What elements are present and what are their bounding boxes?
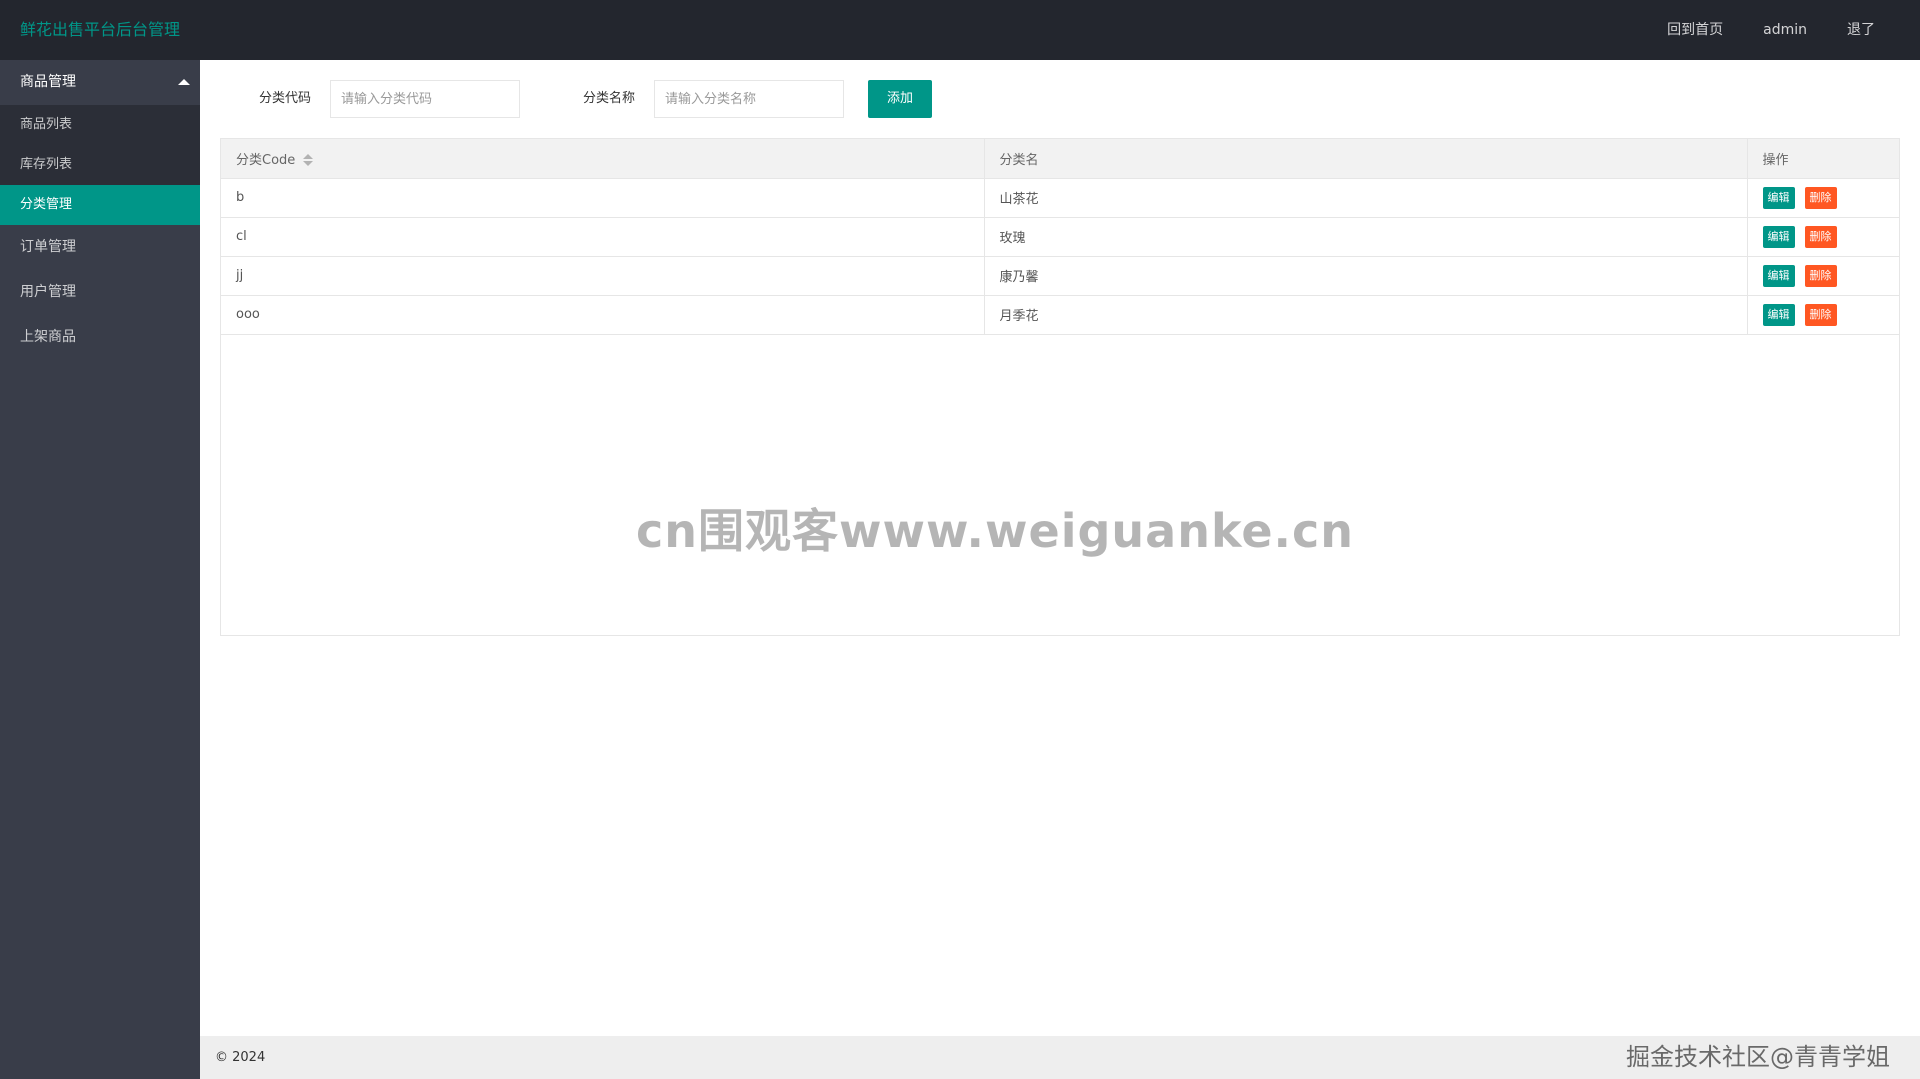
nav-home-link[interactable]: 回到首页 [1647,0,1743,60]
sidebar-submenu: 商品列表 库存列表 分类管理 [0,105,200,225]
column-header-name: 分类名 [984,139,1748,179]
cell-code: b [221,178,985,218]
delete-button[interactable]: 删除 [1804,264,1837,287]
name-label: 分类名称 [583,91,636,106]
cell-name: 康乃馨 [984,256,1748,296]
cell-actions: 编辑 删除 [1747,295,1899,335]
delete-button[interactable]: 删除 [1804,303,1837,326]
sidebar-group-products[interactable]: 商品管理 [0,60,200,105]
edit-button[interactable]: 编辑 [1762,186,1795,209]
category-table: 分类Code 分类名 操作 b 山茶花 编辑 删除 cl 玫瑰 编辑 删除 jj… [220,138,1900,636]
cell-name: 月季花 [984,295,1748,335]
table-row: ooo 月季花 编辑 删除 [221,295,1899,335]
header-nav: 回到首页 admin 退了 [1647,0,1895,60]
edit-button[interactable]: 编辑 [1762,303,1795,326]
cell-name: 玫瑰 [984,217,1748,257]
sidebar: 商品管理 商品列表 库存列表 分类管理 订单管理 用户管理 上架商品 [0,60,200,1079]
sidebar-item-product-list[interactable]: 商品列表 [0,105,200,145]
sidebar-item-orders[interactable]: 订单管理 [0,225,200,270]
add-button[interactable]: 添加 [868,80,932,118]
nav-logout-link[interactable]: 退了 [1827,0,1895,60]
delete-button[interactable]: 删除 [1804,225,1837,248]
cell-actions: 编辑 删除 [1747,256,1899,296]
cell-code: cl [221,217,985,257]
table-row: jj 康乃馨 编辑 删除 [221,256,1899,296]
code-label: 分类代码 [259,91,312,106]
sidebar-item-category[interactable]: 分类管理 [0,185,200,225]
nav-user-link[interactable]: admin [1743,0,1827,60]
sort-icon[interactable] [303,154,314,167]
column-header-code-label: 分类Code [236,152,296,168]
sidebar-item-listing[interactable]: 上架商品 [0,315,200,360]
column-header-code[interactable]: 分类Code [221,139,985,179]
edit-button[interactable]: 编辑 [1762,225,1795,248]
juejin-watermark: 掘金技术社区@青青学姐 [1626,1043,1890,1071]
cell-actions: 编辑 删除 [1747,217,1899,257]
edit-button[interactable]: 编辑 [1762,264,1795,287]
table-row: b 山茶花 编辑 删除 [221,178,1899,218]
table-row: cl 玫瑰 编辑 删除 [221,217,1899,257]
column-header-actions: 操作 [1747,139,1899,179]
copyright-text: © 2024 [215,1050,266,1065]
sidebar-item-users[interactable]: 用户管理 [0,270,200,315]
chevron-up-icon [178,79,190,85]
sidebar-item-stock-list[interactable]: 库存列表 [0,145,200,185]
sidebar-group-label: 商品管理 [20,74,76,90]
category-name-input[interactable] [654,80,844,118]
app-logo[interactable]: 鲜花出售平台后台管理 [20,0,180,60]
watermark-text: cn围观客www.weiguanke.cn [636,504,1355,558]
top-header: 鲜花出售平台后台管理 回到首页 admin 退了 [0,0,1920,60]
table-header-row: 分类Code 分类名 操作 [221,139,1899,179]
footer: © 2024 掘金技术社区@青青学姐 [200,1036,1920,1079]
cell-actions: 编辑 删除 [1747,178,1899,218]
cell-code: jj [221,256,985,296]
cell-name: 山茶花 [984,178,1748,218]
add-category-form: 分类代码 分类名称 添加 [200,80,1900,118]
delete-button[interactable]: 删除 [1804,186,1837,209]
category-code-input[interactable] [330,80,520,118]
cell-code: ooo [221,295,985,335]
